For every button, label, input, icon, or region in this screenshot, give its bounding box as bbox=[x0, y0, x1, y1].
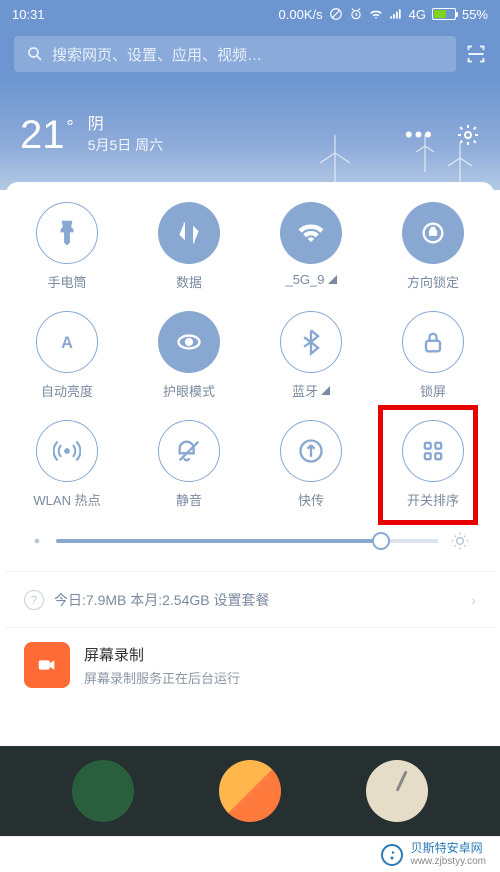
watermark-name: 贝斯特安卓网 bbox=[411, 841, 486, 855]
toggle-label: 手电筒 bbox=[47, 272, 86, 291]
bottom-app-strip bbox=[0, 746, 500, 836]
app-clock-icon[interactable] bbox=[366, 760, 428, 822]
toggle-lock[interactable]: 锁屏 bbox=[372, 311, 494, 400]
battery-icon bbox=[432, 8, 456, 20]
app-messages-icon[interactable] bbox=[219, 760, 281, 822]
watermark: 贝斯特安卓网 www.zjbstyy.com bbox=[0, 836, 500, 872]
network-type: 4G bbox=[409, 7, 426, 22]
toggle-label: 锁屏 bbox=[420, 381, 446, 400]
toggle-flashlight[interactable]: 手电筒 bbox=[6, 202, 128, 291]
search-placeholder: 搜索网页、设置、应用、视频… bbox=[52, 44, 262, 65]
screen-record-icon bbox=[24, 642, 70, 688]
toggles-grid: 手电筒 数据 _5G_9 方向锁定 A 自动亮度 护眼模式 蓝牙 锁屏 WLAN 热点 静音 快传 开关… bbox=[6, 202, 494, 509]
eye-mode-icon bbox=[158, 311, 220, 373]
quick-transfer-icon bbox=[280, 420, 342, 482]
help-icon: ? bbox=[24, 590, 44, 610]
net-speed: 0.00K/s bbox=[279, 7, 323, 22]
auto-brightness-icon: A bbox=[36, 311, 98, 373]
battery-percent: 55% bbox=[462, 7, 488, 22]
notification-text: 屏幕录制 屏幕录制服务正在后台运行 bbox=[84, 644, 240, 687]
temperature: 21° bbox=[20, 113, 74, 158]
scan-icon[interactable] bbox=[466, 44, 486, 64]
search-row: 搜索网页、设置、应用、视频… bbox=[0, 28, 500, 80]
toggle-label: _5G_9 bbox=[285, 272, 336, 287]
toggle-label: 快传 bbox=[298, 490, 324, 509]
lock-icon bbox=[402, 311, 464, 373]
toggle-label: WLAN 热点 bbox=[33, 490, 100, 509]
toggle-orientation-lock[interactable]: 方向锁定 bbox=[372, 202, 494, 291]
orientation-lock-icon bbox=[402, 202, 464, 264]
slider-thumb[interactable] bbox=[372, 532, 390, 550]
status-bar: 10:31 0.00K/s 4G 55% bbox=[0, 0, 500, 28]
wifi-icon bbox=[369, 7, 383, 21]
toggle-label: 护眼模式 bbox=[163, 381, 215, 400]
data-usage-text: 今日:7.9MB 本月:2.54GB 设置套餐 bbox=[54, 590, 270, 610]
signal-icon bbox=[389, 7, 403, 21]
toggle-eye-mode[interactable]: 护眼模式 bbox=[128, 311, 250, 400]
notification-item[interactable]: 屏幕录制 屏幕录制服务正在后台运行 bbox=[6, 627, 494, 702]
svg-text:A: A bbox=[61, 334, 73, 352]
toggle-wifi[interactable]: _5G_9 bbox=[250, 202, 372, 291]
flashlight-icon bbox=[36, 202, 98, 264]
weather-info: 阴 5月5日 周六 bbox=[88, 114, 163, 156]
toggle-label: 数据 bbox=[176, 272, 202, 291]
app-phone-icon[interactable] bbox=[72, 760, 134, 822]
data-swap-icon bbox=[158, 202, 220, 264]
quick-settings-panel: 手电筒 数据 _5G_9 方向锁定 A 自动亮度 护眼模式 蓝牙 锁屏 WLAN 热点 静音 快传 开关… bbox=[6, 182, 494, 726]
toggle-label: 静音 bbox=[176, 490, 202, 509]
watermark-logo-icon bbox=[381, 844, 403, 866]
slider-track[interactable] bbox=[56, 539, 438, 543]
dnd-icon bbox=[329, 7, 343, 21]
toggle-label: 自动亮度 bbox=[41, 381, 93, 400]
alarm-icon bbox=[349, 7, 363, 21]
toggle-label: 蓝牙 bbox=[292, 381, 330, 400]
status-time: 10:31 bbox=[12, 7, 279, 22]
mute-icon bbox=[158, 420, 220, 482]
status-indicators: 0.00K/s 4G 55% bbox=[279, 7, 488, 22]
hotspot-icon bbox=[36, 420, 98, 482]
brightness-max-icon bbox=[450, 531, 470, 551]
toggle-mute[interactable]: 静音 bbox=[128, 420, 250, 509]
brightness-slider[interactable] bbox=[6, 509, 494, 555]
wifi-icon bbox=[280, 202, 342, 264]
watermark-url: www.zjbstyy.com bbox=[411, 856, 486, 868]
chevron-right-icon: › bbox=[471, 592, 476, 608]
toggle-hotspot[interactable]: WLAN 热点 bbox=[6, 420, 128, 509]
toggle-label: 方向锁定 bbox=[407, 272, 459, 291]
search-input[interactable]: 搜索网页、设置、应用、视频… bbox=[14, 36, 456, 72]
bluetooth-icon bbox=[280, 311, 342, 373]
grid-sort-icon bbox=[402, 420, 464, 482]
toggle-grid-sort[interactable]: 开关排序 bbox=[372, 420, 494, 509]
toggle-auto-brightness[interactable]: A 自动亮度 bbox=[6, 311, 128, 400]
data-usage-row[interactable]: ? 今日:7.9MB 本月:2.54GB 设置套餐 › bbox=[6, 571, 494, 627]
search-icon bbox=[26, 45, 44, 63]
toggle-quick-transfer[interactable]: 快传 bbox=[250, 420, 372, 509]
toggle-label: 开关排序 bbox=[407, 490, 459, 509]
brightness-min-icon bbox=[30, 534, 44, 548]
weather-header[interactable]: 21° 阴 5月5日 周六 ••• bbox=[0, 80, 500, 190]
toggle-data-swap[interactable]: 数据 bbox=[128, 202, 250, 291]
toggle-bluetooth[interactable]: 蓝牙 bbox=[250, 311, 372, 400]
